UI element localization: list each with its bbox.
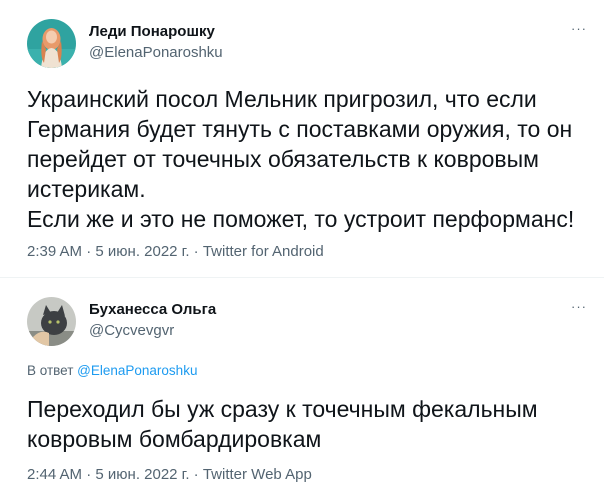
tweet-text: Украинский посол Мельник пригрозил, что … — [27, 86, 575, 232]
avatar[interactable] — [27, 19, 76, 68]
reply-tweet[interactable]: Буханесса Ольга @Cycvevgvr ··· В ответ @… — [0, 279, 604, 502]
meta-separator: · — [189, 243, 203, 260]
user-handle[interactable]: @ElenaPonaroshku — [89, 44, 223, 61]
reply-context: В ответ @ElenaPonaroshku — [27, 363, 197, 378]
meta-separator: · — [82, 466, 96, 483]
tweet-source[interactable]: Twitter Web App — [203, 466, 312, 483]
reply-prefix: В ответ — [27, 363, 78, 378]
avatar-image — [27, 19, 76, 68]
meta-separator: · — [189, 466, 203, 483]
tweet-date[interactable]: 5 июн. 2022 г. — [95, 466, 189, 483]
display-name[interactable]: Буханесса Ольга — [89, 301, 216, 318]
more-horizontal-icon[interactable]: ··· — [568, 22, 590, 40]
meta-separator: · — [82, 243, 96, 260]
tweet-source[interactable]: Twitter for Android — [203, 243, 324, 260]
tweet-meta: 2:39 AM · 5 июн. 2022 г. · Twitter for A… — [27, 243, 324, 260]
tweet[interactable]: Леди Понарошку @ElenaPonaroshku ··· Укра… — [0, 0, 604, 278]
user-handle[interactable]: @Cycvevgvr — [89, 322, 174, 339]
avatar[interactable] — [27, 297, 76, 346]
tweet-text: Переходил бы уж сразу к точечным фекальн… — [27, 396, 538, 452]
tweet-date[interactable]: 5 июн. 2022 г. — [95, 243, 189, 260]
tweet-time[interactable]: 2:39 AM — [27, 243, 82, 260]
tweet-meta: 2:44 AM · 5 июн. 2022 г. · Twitter Web A… — [27, 466, 312, 483]
reply-mention-link[interactable]: @ElenaPonaroshku — [77, 363, 197, 378]
tweet-time[interactable]: 2:44 AM — [27, 466, 82, 483]
avatar-image — [27, 297, 76, 346]
more-horizontal-icon[interactable]: ··· — [568, 300, 590, 318]
display-name[interactable]: Леди Понарошку — [89, 23, 215, 40]
